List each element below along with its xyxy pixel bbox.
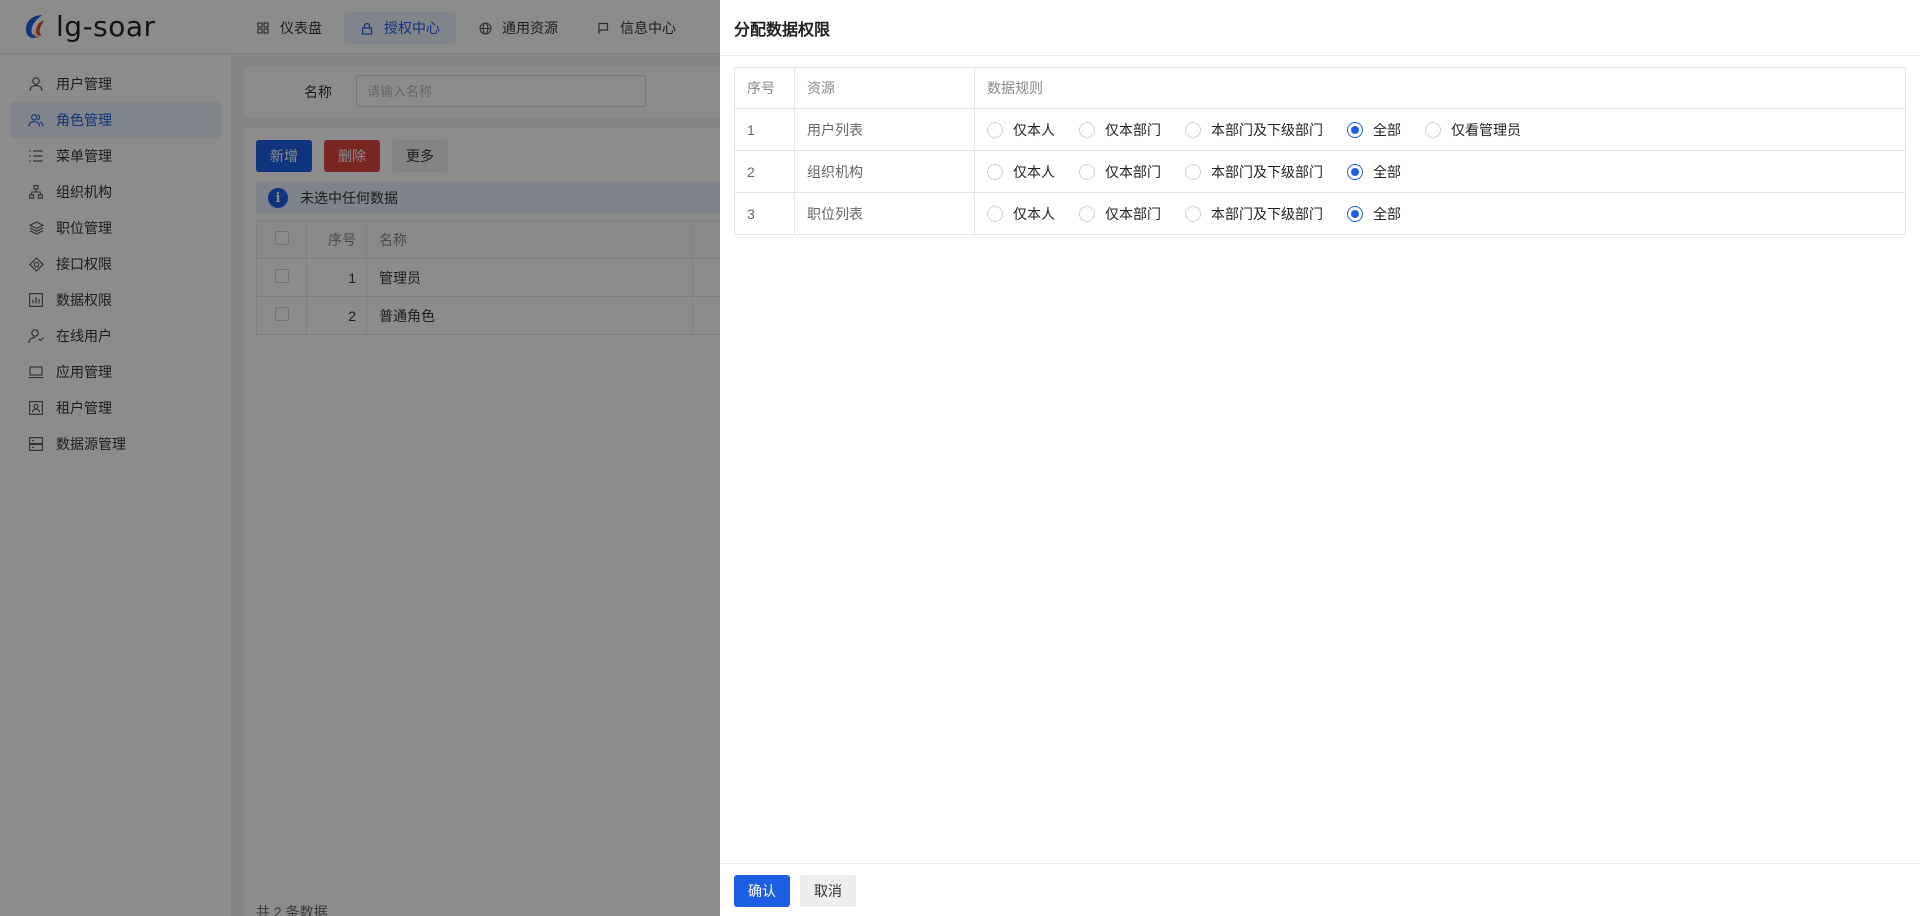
rule-radio-all[interactable]: 全部 — [1347, 120, 1401, 140]
rule-radio-group: 仅本人 仅本部门 本部门及下级部门 全部 — [987, 162, 1905, 182]
row-rules: 仅本人 仅本部门 本部门及下级部门 全部 仅看管理员 — [974, 108, 1906, 151]
radio-label: 仅本人 — [1013, 205, 1055, 222]
radio-label: 全部 — [1373, 163, 1401, 180]
radio-dot[interactable] — [1185, 121, 1201, 138]
drawer-footer: 确认 取消 — [720, 863, 1920, 916]
radio-dot[interactable] — [1079, 205, 1095, 222]
radio-dot[interactable] — [1347, 163, 1363, 180]
radio-label: 仅本部门 — [1105, 205, 1161, 222]
table-header-row: 序号 资源 数据规则 — [734, 67, 1906, 109]
rule-radio-own-dept[interactable]: 仅本部门 — [1079, 204, 1161, 224]
radio-label: 仅本人 — [1013, 163, 1055, 180]
rule-radio-all[interactable]: 全部 — [1347, 162, 1401, 182]
rule-radio-group: 仅本人 仅本部门 本部门及下级部门 全部 仅看管理员 — [987, 120, 1905, 140]
row-resource: 用户列表 — [794, 108, 975, 151]
confirm-button[interactable]: 确认 — [734, 875, 790, 907]
radio-dot[interactable] — [1347, 121, 1363, 138]
rule-radio-own-dept[interactable]: 仅本部门 — [1079, 162, 1161, 182]
row-index: 2 — [734, 150, 795, 193]
row-resource: 组织机构 — [794, 150, 975, 193]
radio-label: 本部门及下级部门 — [1211, 205, 1323, 222]
row-rules: 仅本人 仅本部门 本部门及下级部门 全部 — [974, 150, 1906, 193]
radio-dot[interactable] — [987, 205, 1003, 222]
rule-radio-all[interactable]: 全部 — [1347, 204, 1401, 224]
column-header-rule: 数据规则 — [974, 67, 1906, 109]
rule-radio-self-only[interactable]: 仅本人 — [987, 120, 1055, 140]
cancel-button[interactable]: 取消 — [800, 875, 856, 907]
radio-label: 仅本人 — [1013, 121, 1055, 138]
radio-label: 本部门及下级部门 — [1211, 163, 1323, 180]
column-header-resource: 资源 — [794, 67, 975, 109]
radio-label: 仅看管理员 — [1451, 121, 1521, 138]
radio-label: 全部 — [1373, 205, 1401, 222]
column-header-index: 序号 — [734, 67, 795, 109]
radio-dot[interactable] — [1185, 163, 1201, 180]
table-row: 1 用户列表 仅本人 仅本部门 本部门及下级部门 全部 仅看管理员 — [734, 108, 1906, 151]
rule-radio-self-only[interactable]: 仅本人 — [987, 162, 1055, 182]
data-permission-drawer: 分配数据权限 序号 资源 数据规则 1 用户列表 仅本人 仅本部门 本部门及下级… — [720, 0, 1920, 916]
drawer-title: 分配数据权限 — [734, 21, 831, 39]
radio-dot[interactable] — [1425, 121, 1441, 138]
radio-dot[interactable] — [1347, 205, 1363, 222]
rule-radio-self-only[interactable]: 仅本人 — [987, 204, 1055, 224]
radio-label: 仅本部门 — [1105, 163, 1161, 180]
footer-buttons: 确认 取消 — [734, 875, 866, 907]
rule-radio-own-dept[interactable]: 仅本部门 — [1079, 120, 1161, 140]
rule-radio-dept-and-sub[interactable]: 本部门及下级部门 — [1185, 162, 1323, 182]
rule-radio-admin-only[interactable]: 仅看管理员 — [1425, 120, 1521, 140]
row-resource: 职位列表 — [794, 192, 975, 235]
drawer-header: 分配数据权限 — [720, 0, 1920, 56]
table-row: 3 职位列表 仅本人 仅本部门 本部门及下级部门 全部 — [734, 192, 1906, 235]
radio-dot[interactable] — [987, 121, 1003, 138]
radio-dot[interactable] — [987, 163, 1003, 180]
radio-label: 全部 — [1373, 121, 1401, 138]
radio-dot[interactable] — [1079, 121, 1095, 138]
row-index: 1 — [734, 108, 795, 151]
rule-radio-dept-and-sub[interactable]: 本部门及下级部门 — [1185, 204, 1323, 224]
table-row: 2 组织机构 仅本人 仅本部门 本部门及下级部门 全部 — [734, 150, 1906, 193]
rule-radio-group: 仅本人 仅本部门 本部门及下级部门 全部 — [987, 204, 1905, 224]
data-permission-table: 序号 资源 数据规则 1 用户列表 仅本人 仅本部门 本部门及下级部门 全部 仅… — [734, 67, 1906, 235]
radio-label: 仅本部门 — [1105, 121, 1161, 138]
radio-dot[interactable] — [1185, 205, 1201, 222]
radio-dot[interactable] — [1079, 163, 1095, 180]
rule-radio-dept-and-sub[interactable]: 本部门及下级部门 — [1185, 120, 1323, 140]
row-index: 3 — [734, 192, 795, 235]
radio-label: 本部门及下级部门 — [1211, 121, 1323, 138]
row-rules: 仅本人 仅本部门 本部门及下级部门 全部 — [974, 192, 1906, 235]
